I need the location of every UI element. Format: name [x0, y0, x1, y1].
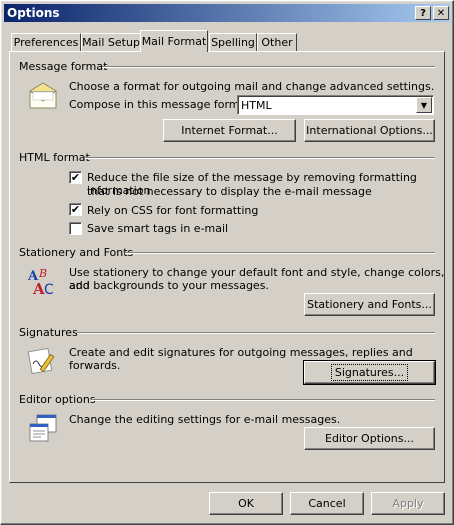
tab-label: Preferences	[13, 36, 79, 49]
separator	[125, 252, 435, 254]
cancel-button[interactable]: Cancel	[290, 492, 364, 515]
tab-label: Spelling	[211, 36, 255, 49]
internet-format-button[interactable]: Internet Format...	[163, 119, 296, 142]
compose-format-value: HTML	[241, 99, 272, 112]
tab-label: Mail Setup	[82, 36, 140, 49]
stationery-desc-line2: add backgrounds to your messages.	[69, 279, 269, 292]
compose-format-select[interactable]: HTML ▼	[237, 95, 434, 115]
editor-options-icon	[29, 414, 57, 442]
stationery-fonts-icon: A B A C	[27, 267, 54, 297]
button-label: Stationery and Fonts...	[307, 298, 432, 311]
compose-format-label: Compose in this message format:	[69, 98, 255, 111]
envelope-icon	[29, 82, 57, 109]
svg-text:B: B	[38, 267, 47, 280]
tab-spelling[interactable]: Spelling	[209, 33, 257, 51]
tab-mail-setup[interactable]: Mail Setup	[81, 33, 141, 51]
tab-label: Other	[261, 36, 293, 49]
tab-other[interactable]: Other	[257, 33, 297, 51]
checkmark-icon: ✔	[70, 203, 81, 216]
editor-options-desc: Change the editing settings for e-mail m…	[69, 413, 341, 426]
button-label: Cancel	[308, 497, 346, 510]
window-title: Options	[7, 6, 60, 20]
reduce-size-checkbox[interactable]: ✔	[69, 171, 82, 184]
save-smart-tags-label: Save smart tags in e-mail	[87, 222, 229, 235]
rely-css-checkbox[interactable]: ✔	[69, 203, 82, 216]
close-icon: ✕	[436, 7, 446, 19]
apply-button[interactable]: Apply	[371, 492, 445, 515]
editor-options-title: Editor options	[19, 393, 96, 406]
tab-mail-format[interactable]: Mail Format	[140, 30, 208, 52]
title-bar: Options ? ✕	[4, 4, 450, 22]
html-format-title: HTML format	[19, 151, 90, 164]
ok-button[interactable]: OK	[209, 492, 283, 515]
editor-options-button[interactable]: Editor Options...	[304, 427, 435, 450]
separator	[77, 332, 435, 334]
button-label: Internet Format...	[181, 124, 278, 137]
close-button[interactable]: ✕	[433, 6, 449, 20]
signature-icon	[27, 347, 55, 375]
stationery-title: Stationery and Fonts	[19, 246, 134, 259]
message-format-desc: Choose a format for outgoing mail and ch…	[69, 80, 435, 93]
button-label: Editor Options...	[325, 432, 414, 445]
button-label: International Options...	[306, 124, 433, 137]
rely-css-label: Rely on CSS for font formatting	[87, 204, 259, 217]
signatures-title: Signatures	[19, 326, 78, 339]
separator	[85, 157, 435, 159]
button-label: Apply	[392, 497, 424, 510]
signatures-button[interactable]: Signatures...	[303, 360, 436, 385]
stationery-fonts-button[interactable]: Stationery and Fonts...	[304, 293, 435, 316]
save-smart-tags-checkbox[interactable]	[69, 222, 82, 235]
message-format-title: Message format	[19, 60, 108, 73]
separator	[102, 66, 435, 68]
checkmark-icon: ✔	[70, 171, 81, 184]
reduce-size-label-line2: that is not necessary to display the e-m…	[87, 185, 372, 198]
button-label: OK	[238, 497, 254, 510]
options-dialog: Options ? ✕ Preferences Mail Setup Mail …	[0, 0, 454, 525]
tab-label: Mail Format	[141, 35, 207, 48]
tab-preferences[interactable]: Preferences	[11, 33, 81, 51]
help-icon: ?	[420, 7, 426, 19]
chevron-down-icon[interactable]: ▼	[416, 97, 432, 113]
international-options-button[interactable]: International Options...	[304, 119, 435, 142]
separator	[91, 399, 435, 401]
svg-text:C: C	[44, 282, 54, 297]
help-button[interactable]: ?	[415, 6, 431, 20]
button-label: Signatures...	[330, 364, 409, 381]
